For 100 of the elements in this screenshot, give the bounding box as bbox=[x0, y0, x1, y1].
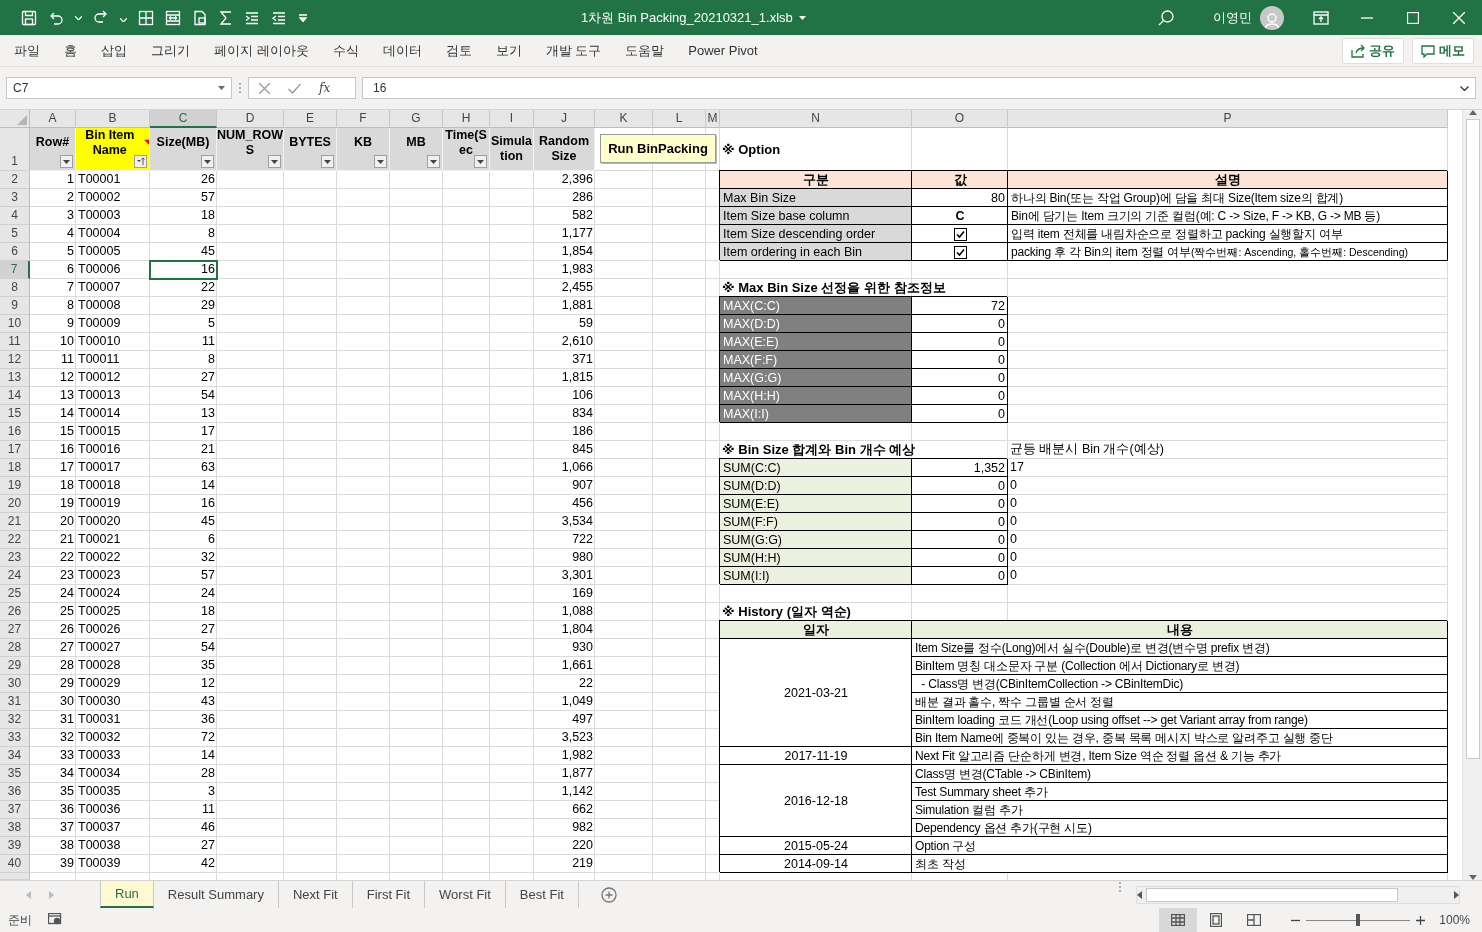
ribbon-tab[interactable]: 홈 bbox=[56, 41, 93, 60]
zoom-in-icon[interactable] bbox=[1416, 915, 1426, 925]
maximize-icon[interactable] bbox=[1407, 11, 1419, 24]
row-header[interactable]: 3 bbox=[0, 189, 30, 207]
row-header[interactable]: 17 bbox=[0, 441, 30, 459]
indent-icon[interactable] bbox=[244, 9, 260, 26]
column-header[interactable]: E bbox=[284, 110, 337, 128]
filter-button[interactable] bbox=[474, 155, 487, 168]
column-header[interactable]: D bbox=[217, 110, 284, 128]
row-header[interactable]: 5 bbox=[0, 225, 30, 243]
row-header[interactable]: 19 bbox=[0, 477, 30, 495]
filter-button[interactable] bbox=[321, 155, 334, 168]
column-header[interactable]: G bbox=[390, 110, 443, 128]
ribbon-tab[interactable]: 개발 도구 bbox=[537, 41, 618, 60]
zoom-level[interactable]: 100% bbox=[1439, 913, 1470, 927]
row-header[interactable]: 9 bbox=[0, 297, 30, 315]
row-header[interactable]: 33 bbox=[0, 729, 30, 747]
ribbon-tab[interactable]: 데이터 bbox=[374, 41, 438, 60]
filter-button[interactable] bbox=[60, 155, 73, 168]
column-header[interactable]: J bbox=[534, 110, 595, 128]
filter-button[interactable] bbox=[427, 155, 440, 168]
row-header[interactable]: 38 bbox=[0, 819, 30, 837]
close-icon[interactable] bbox=[1453, 11, 1465, 24]
scrollbar-thumb[interactable] bbox=[1465, 119, 1480, 759]
filter-button[interactable] bbox=[134, 155, 147, 168]
row-header[interactable]: 29 bbox=[0, 657, 30, 675]
row-header[interactable]: 40 bbox=[0, 855, 30, 873]
ribbon-tab[interactable]: 수식 bbox=[324, 41, 375, 60]
caret-icon[interactable] bbox=[798, 15, 806, 20]
row-header[interactable]: 13 bbox=[0, 369, 30, 387]
filter-button[interactable] bbox=[374, 155, 387, 168]
row-header[interactable]: 16 bbox=[0, 423, 30, 441]
page-layout-icon[interactable] bbox=[1210, 913, 1223, 927]
avatar-icon[interactable] bbox=[1260, 5, 1284, 30]
customize-icon[interactable] bbox=[298, 13, 308, 22]
ribbon-tab[interactable]: 파일 bbox=[6, 41, 56, 60]
add-sheet-icon[interactable] bbox=[600, 886, 617, 903]
column-header[interactable]: L bbox=[653, 110, 706, 128]
row-header[interactable]: 35 bbox=[0, 765, 30, 783]
column-header[interactable]: P bbox=[1008, 110, 1448, 128]
row-header[interactable]: 15 bbox=[0, 405, 30, 423]
comment-button[interactable]: 메모 bbox=[1412, 37, 1474, 64]
row-header[interactable]: 34 bbox=[0, 747, 30, 765]
row-header[interactable]: 1 bbox=[0, 128, 30, 171]
row-header[interactable]: 23 bbox=[0, 549, 30, 567]
column-header[interactable]: O bbox=[912, 110, 1008, 128]
column-header[interactable]: B bbox=[76, 110, 150, 128]
column-header[interactable]: K bbox=[595, 110, 653, 128]
scrollbar-thumb[interactable] bbox=[1146, 887, 1398, 902]
row-header[interactable]: 6 bbox=[0, 243, 30, 261]
column-header[interactable]: M bbox=[706, 110, 720, 128]
row-header[interactable]: 10 bbox=[0, 315, 30, 333]
row-header[interactable]: 27 bbox=[0, 621, 30, 639]
redo-icon[interactable] bbox=[93, 8, 109, 24]
formula-input[interactable]: 16 bbox=[362, 77, 1476, 99]
row-header[interactable]: 12 bbox=[0, 351, 30, 369]
slider-thumb[interactable] bbox=[1356, 914, 1361, 926]
ribbon-tab[interactable]: Power Pivot bbox=[680, 43, 774, 58]
ribbon-tab[interactable]: 보기 bbox=[487, 41, 538, 60]
fit-width-icon[interactable] bbox=[165, 9, 181, 26]
column-header[interactable]: I bbox=[490, 110, 534, 128]
normal-view-icon[interactable] bbox=[1171, 914, 1186, 926]
column-header[interactable]: N bbox=[720, 110, 912, 128]
sheet-tab[interactable]: Run bbox=[100, 881, 154, 908]
row-header[interactable]: 7 bbox=[0, 261, 30, 279]
row-header[interactable]: 28 bbox=[0, 639, 30, 657]
filter-button[interactable] bbox=[201, 155, 214, 168]
row-header[interactable]: 20 bbox=[0, 495, 30, 513]
row-header[interactable]: 25 bbox=[0, 585, 30, 603]
page-icon[interactable] bbox=[192, 9, 208, 26]
sum-icon[interactable] bbox=[219, 9, 233, 26]
caret-icon[interactable] bbox=[75, 15, 82, 20]
insert-function-button[interactable]: fx bbox=[319, 81, 331, 95]
cancel-icon[interactable] bbox=[259, 82, 270, 94]
scroll-left-icon[interactable] bbox=[1137, 890, 1142, 899]
row-header[interactable]: 24 bbox=[0, 567, 30, 585]
caret-icon[interactable] bbox=[120, 18, 127, 22]
ribbon-tab[interactable]: 삽입 bbox=[93, 41, 143, 60]
share-button[interactable]: 공유 bbox=[1342, 37, 1404, 64]
column-header[interactable]: A bbox=[30, 110, 76, 128]
name-box[interactable]: C7 bbox=[6, 77, 232, 99]
macro-record-icon[interactable] bbox=[48, 912, 62, 925]
row-header[interactable]: 18 bbox=[0, 459, 30, 477]
column-header[interactable]: F bbox=[337, 110, 390, 128]
save-icon[interactable] bbox=[21, 9, 37, 26]
page-break-icon[interactable] bbox=[1247, 914, 1262, 926]
ribbon-tab[interactable]: 페이지 레이아웃 bbox=[206, 41, 325, 60]
ribbon-tab[interactable]: 도움말 bbox=[617, 41, 681, 60]
row-header[interactable]: 2 bbox=[0, 171, 30, 189]
row-header[interactable]: 36 bbox=[0, 783, 30, 801]
filter-button[interactable] bbox=[268, 155, 281, 168]
ribbon-display-icon[interactable] bbox=[1313, 10, 1329, 25]
row-header[interactable]: 22 bbox=[0, 531, 30, 549]
ribbon-tab[interactable]: 검토 bbox=[437, 41, 488, 60]
checkbox[interactable] bbox=[953, 227, 967, 241]
column-header[interactable]: C bbox=[150, 110, 217, 128]
outdent-icon[interactable] bbox=[271, 9, 287, 26]
check-icon[interactable] bbox=[288, 82, 301, 94]
grid-icon[interactable] bbox=[138, 9, 154, 26]
row-header[interactable]: 39 bbox=[0, 837, 30, 855]
